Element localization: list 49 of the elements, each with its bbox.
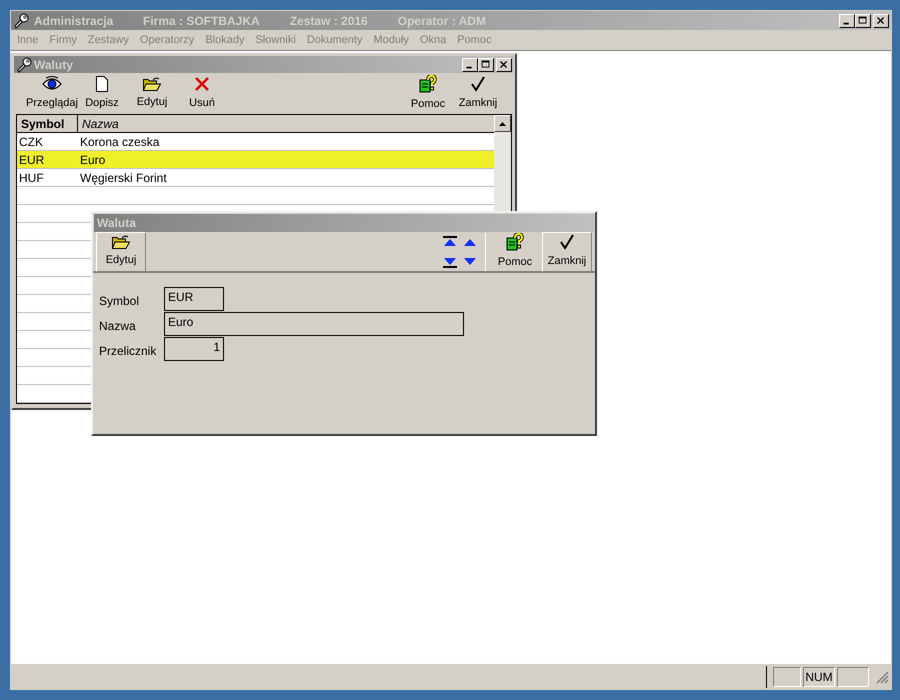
toolbar-button[interactable]: Zamknij bbox=[542, 232, 592, 272]
delete-icon bbox=[194, 76, 210, 92]
text-field[interactable]: EUR bbox=[164, 287, 224, 311]
minimize-icon[interactable] bbox=[462, 58, 478, 72]
status-panel: NUM bbox=[803, 666, 835, 686]
column-header[interactable]: Symbol bbox=[17, 115, 78, 132]
title-info: Zestaw : 2016 bbox=[290, 12, 368, 30]
field-label: Symbol bbox=[99, 293, 140, 310]
check-icon bbox=[559, 234, 575, 250]
window-title: Administracja bbox=[34, 12, 114, 30]
toolbar-button[interactable]: Pomoc bbox=[490, 232, 540, 272]
close-icon[interactable] bbox=[873, 14, 889, 28]
title-info: Firma : SOFTBAJKA bbox=[143, 12, 260, 30]
toolbar-button[interactable]: Przeglądaj bbox=[25, 74, 79, 114]
last-record-icon[interactable] bbox=[443, 256, 457, 268]
text-field[interactable]: Euro bbox=[164, 312, 464, 336]
text-field[interactable]: 1 bbox=[164, 337, 224, 361]
help-icon bbox=[506, 232, 524, 251]
table-cell-text: EUR bbox=[18, 152, 46, 168]
minimize-icon[interactable] bbox=[839, 14, 855, 28]
toolbar-button[interactable]: Edytuj bbox=[96, 232, 146, 272]
resize-grip-icon[interactable] bbox=[875, 670, 889, 684]
table-row[interactable]: EUR Euro bbox=[17, 151, 494, 169]
table-cell-text: HUF bbox=[18, 170, 45, 186]
toolbar-button[interactable]: Pomoc bbox=[403, 74, 453, 114]
close-icon[interactable] bbox=[496, 58, 512, 72]
table-cell-text: CZK bbox=[18, 134, 44, 150]
maximize-icon[interactable] bbox=[478, 58, 494, 72]
status-panel bbox=[773, 666, 801, 686]
table-cell-text: Węgierski Forint bbox=[79, 170, 168, 186]
status-panel bbox=[837, 666, 869, 686]
first-record-icon[interactable] bbox=[443, 236, 457, 248]
help-icon bbox=[419, 74, 437, 93]
check-icon bbox=[470, 76, 486, 92]
scroll-up-icon[interactable] bbox=[499, 122, 506, 126]
table-cell-text: Korona czeska bbox=[79, 134, 160, 150]
field-label: Nazwa bbox=[99, 318, 137, 335]
table-cell-text: Euro bbox=[79, 152, 106, 168]
toolbar-button[interactable]: Zamknij bbox=[453, 74, 503, 114]
field-label: Przelicznik bbox=[99, 343, 158, 360]
column-header[interactable]: Nazwa bbox=[78, 115, 494, 132]
window-title: Waluta bbox=[97, 215, 136, 232]
page-icon bbox=[96, 76, 108, 92]
folder-icon bbox=[112, 234, 130, 249]
eye-icon bbox=[42, 76, 62, 92]
maximize-icon[interactable] bbox=[855, 14, 871, 28]
window-title: Waluty bbox=[34, 56, 73, 74]
next-record-icon[interactable] bbox=[463, 256, 477, 268]
folder-icon bbox=[143, 76, 161, 91]
